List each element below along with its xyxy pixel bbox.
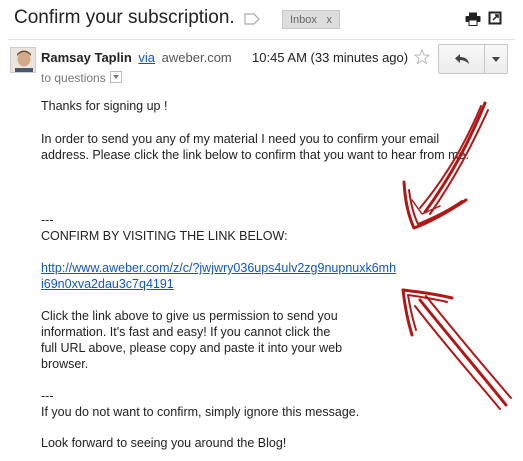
- sender-domain: aweber.com: [161, 50, 232, 65]
- upper-arrow-sketch: [402, 101, 489, 230]
- sender-name[interactable]: Ramsay Taplin: [41, 50, 132, 65]
- instructions-line-2: information. It's fast and easy! If you …: [41, 325, 331, 339]
- body-line-intro-1: In order to send you any of my material …: [41, 132, 440, 146]
- message-time: 10:45 AM (33 minutes ago): [252, 50, 409, 65]
- sender-line: Ramsay Taplin via aweber.com: [41, 50, 232, 65]
- inbox-label-chip[interactable]: Inbox x: [282, 10, 340, 29]
- more-actions-button[interactable]: [485, 45, 507, 73]
- show-details-icon[interactable]: [109, 71, 122, 83]
- body-line-thanks: Thanks for signing up !: [41, 99, 168, 113]
- sender-avatar: [10, 47, 36, 73]
- separator-2: ---: [41, 389, 54, 403]
- star-icon[interactable]: [414, 49, 430, 65]
- via-link[interactable]: via: [138, 50, 155, 65]
- confirm-heading: CONFIRM BY VISITING THE LINK BELOW:: [41, 229, 288, 243]
- closing-line: Look forward to seeing you around the Bl…: [41, 436, 287, 450]
- instructions-line-4: browser.: [41, 357, 89, 371]
- separator-1: ---: [41, 213, 54, 227]
- print-icon[interactable]: [465, 12, 481, 26]
- lower-arrow-sketch: [401, 288, 512, 410]
- new-window-icon[interactable]: [488, 11, 502, 25]
- recipient-text: to questions: [41, 71, 106, 85]
- reply-icon: [454, 54, 469, 64]
- remove-label-icon[interactable]: x: [327, 14, 333, 26]
- reply-button-group: [438, 44, 508, 74]
- instructions-line-3: full URL above, please copy and paste it…: [41, 341, 343, 355]
- instructions-line-1: Click the link above to give us permissi…: [41, 309, 338, 323]
- confirm-link-part-2[interactable]: i69n0xva2dau3c7q4191: [41, 276, 174, 292]
- reply-button[interactable]: [439, 45, 485, 73]
- inbox-label-text: Inbox: [290, 13, 317, 26]
- email-subject: Confirm your subscription.: [14, 7, 235, 28]
- confirm-link-part-1[interactable]: http://www.aweber.com/z/c/?jwjwry036ups4…: [41, 260, 396, 276]
- ignore-message: If you do not want to confirm, simply ig…: [41, 405, 360, 419]
- header-divider: [8, 39, 515, 40]
- label-tag-icon[interactable]: [244, 13, 260, 25]
- dropdown-icon: [492, 56, 500, 62]
- recipient-line: to questions: [41, 71, 122, 85]
- body-line-intro-2: address. Please click the link below to …: [41, 148, 469, 162]
